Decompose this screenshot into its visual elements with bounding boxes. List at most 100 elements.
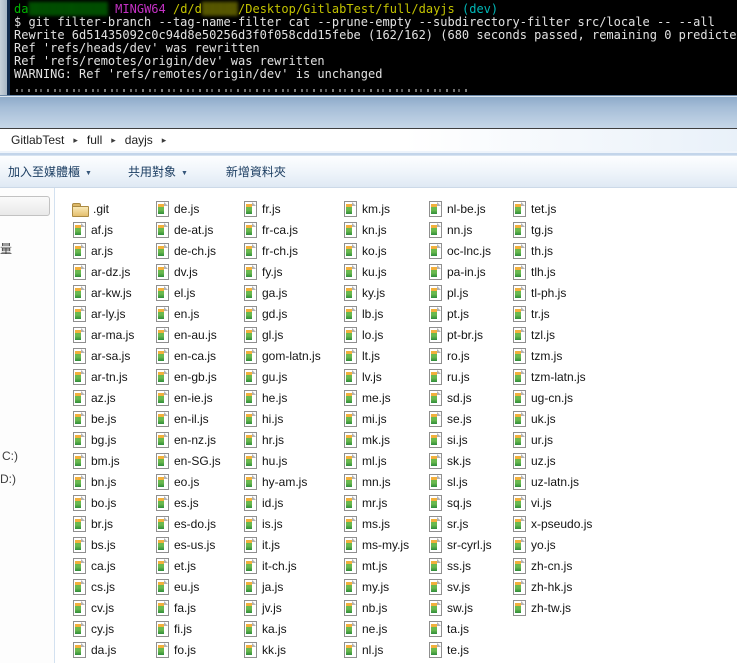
file-item[interactable]: nl-be.js (428, 198, 492, 219)
folder-item[interactable]: .git (72, 198, 134, 219)
file-item[interactable]: se.js (428, 408, 492, 429)
file-item[interactable]: eo.js (155, 471, 221, 492)
file-item[interactable]: dv.js (155, 261, 221, 282)
file-item[interactable]: es.js (155, 492, 221, 513)
file-item[interactable]: bo.js (72, 492, 134, 513)
file-item[interactable]: bg.js (72, 429, 134, 450)
file-item[interactable]: lo.js (343, 324, 409, 345)
file-item[interactable]: af.js (72, 219, 134, 240)
breadcrumb-separator-icon[interactable]: ▸ (111, 135, 116, 146)
toolbar-button[interactable]: 共用對象▼ (125, 159, 191, 184)
file-item[interactable]: nl.js (343, 639, 409, 660)
file-item[interactable]: ta.js (428, 618, 492, 639)
file-item[interactable]: tl-ph.js (512, 282, 592, 303)
file-item[interactable]: zh-cn.js (512, 555, 592, 576)
file-item[interactable]: lv.js (343, 366, 409, 387)
file-item[interactable]: be.js (72, 408, 134, 429)
file-item[interactable]: gom-latn.js (243, 345, 321, 366)
file-item[interactable]: uk.js (512, 408, 592, 429)
file-item[interactable]: ne.js (343, 618, 409, 639)
file-item[interactable]: fr-ch.js (243, 240, 321, 261)
breadcrumb-item[interactable]: full (84, 131, 105, 149)
file-item[interactable]: pt.js (428, 303, 492, 324)
file-item[interactable]: tg.js (512, 219, 592, 240)
explorer-titlebar[interactable] (0, 95, 737, 128)
file-item[interactable]: mn.js (343, 471, 409, 492)
file-item[interactable]: kn.js (343, 219, 409, 240)
file-item[interactable]: tr.js (512, 303, 592, 324)
file-item[interactable]: ko.js (343, 240, 409, 261)
file-item[interactable]: eu.js (155, 576, 221, 597)
file-item[interactable]: x-pseudo.js (512, 513, 592, 534)
file-item[interactable]: ar-kw.js (72, 282, 134, 303)
file-item[interactable]: yo.js (512, 534, 592, 555)
file-item[interactable]: mt.js (343, 555, 409, 576)
file-item[interactable]: zh-hk.js (512, 576, 592, 597)
file-item[interactable]: pl.js (428, 282, 492, 303)
file-item[interactable]: nn.js (428, 219, 492, 240)
file-item[interactable]: ja.js (243, 576, 321, 597)
toolbar-button[interactable]: 加入至媒體櫃▼ (5, 159, 95, 184)
file-item[interactable]: jv.js (243, 597, 321, 618)
file-item[interactable]: it.js (243, 534, 321, 555)
file-item[interactable]: tlh.js (512, 261, 592, 282)
file-item[interactable]: ar-sa.js (72, 345, 134, 366)
file-item[interactable]: uz.js (512, 450, 592, 471)
file-item[interactable]: sq.js (428, 492, 492, 513)
file-item[interactable]: es-do.js (155, 513, 221, 534)
file-item[interactable]: fa.js (155, 597, 221, 618)
file-item[interactable]: ms-my.js (343, 534, 409, 555)
file-item[interactable]: oc-lnc.js (428, 240, 492, 261)
file-item[interactable]: en-il.js (155, 408, 221, 429)
breadcrumb-item[interactable]: GitlabTest (8, 131, 67, 149)
file-item[interactable]: en-ie.js (155, 387, 221, 408)
file-item[interactable]: mk.js (343, 429, 409, 450)
file-item[interactable]: uz-latn.js (512, 471, 592, 492)
file-item[interactable]: me.js (343, 387, 409, 408)
file-item[interactable]: te.js (428, 639, 492, 660)
file-item[interactable]: ru.js (428, 366, 492, 387)
file-item[interactable]: ss.js (428, 555, 492, 576)
file-item[interactable]: ro.js (428, 345, 492, 366)
file-item[interactable]: hy-am.js (243, 471, 321, 492)
file-item[interactable]: et.js (155, 555, 221, 576)
file-item[interactable]: th.js (512, 240, 592, 261)
file-item[interactable]: fi.js (155, 618, 221, 639)
file-item[interactable]: sv.js (428, 576, 492, 597)
file-item[interactable]: sk.js (428, 450, 492, 471)
file-item[interactable]: hu.js (243, 450, 321, 471)
sidebar-item-drive-c[interactable]: C:) (2, 449, 18, 463)
sidebar-item-libraries[interactable]: 量 (0, 240, 12, 257)
breadcrumb-item[interactable]: dayjs (122, 131, 156, 149)
file-item[interactable]: sl.js (428, 471, 492, 492)
file-item[interactable]: fy.js (243, 261, 321, 282)
file-item[interactable]: mi.js (343, 408, 409, 429)
file-item[interactable]: cs.js (72, 576, 134, 597)
file-item[interactable]: vi.js (512, 492, 592, 513)
file-item[interactable]: kk.js (243, 639, 321, 660)
file-item[interactable]: tzm-latn.js (512, 366, 592, 387)
file-item[interactable]: de.js (155, 198, 221, 219)
file-item[interactable]: cv.js (72, 597, 134, 618)
file-item[interactable]: tzm.js (512, 345, 592, 366)
file-item[interactable]: mr.js (343, 492, 409, 513)
file-item[interactable]: ca.js (72, 555, 134, 576)
toolbar-button[interactable]: 新增資料夾 (223, 159, 289, 184)
file-item[interactable]: bs.js (72, 534, 134, 555)
file-item[interactable]: sw.js (428, 597, 492, 618)
sidebar-item-drive-d[interactable]: D:) (0, 472, 16, 486)
file-item[interactable]: nb.js (343, 597, 409, 618)
file-item[interactable]: az.js (72, 387, 134, 408)
file-item[interactable]: en-ca.js (155, 345, 221, 366)
file-item[interactable]: is.js (243, 513, 321, 534)
file-item[interactable]: sr-cyrl.js (428, 534, 492, 555)
file-item[interactable]: bm.js (72, 450, 134, 471)
file-item[interactable]: ku.js (343, 261, 409, 282)
file-item[interactable]: zh-tw.js (512, 597, 592, 618)
file-item[interactable]: ka.js (243, 618, 321, 639)
file-item[interactable]: de-ch.js (155, 240, 221, 261)
file-item[interactable]: tet.js (512, 198, 592, 219)
breadcrumb-separator-icon[interactable]: ▸ (162, 135, 167, 146)
file-item[interactable]: br.js (72, 513, 134, 534)
file-item[interactable]: ky.js (343, 282, 409, 303)
